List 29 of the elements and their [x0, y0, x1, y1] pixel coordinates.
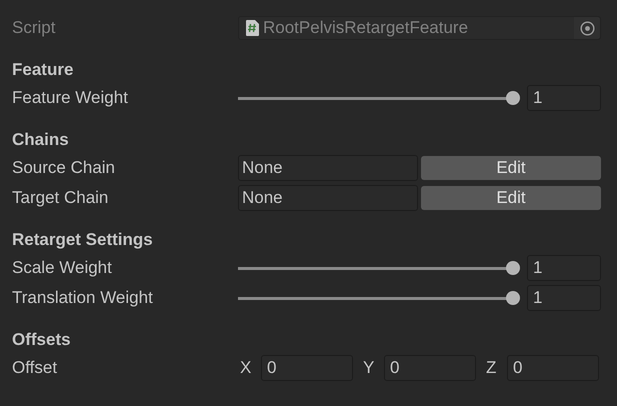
field-label: Scale Weight: [12, 258, 113, 278]
field-label: Source Chain: [12, 158, 116, 178]
section-header: Offsets: [12, 329, 72, 351]
number-field[interactable]: 1: [527, 285, 601, 311]
number-field[interactable]: 1: [527, 255, 601, 281]
axis-label: Y: [362, 358, 376, 378]
section-header: Feature: [12, 59, 74, 81]
field-label: Offset: [12, 358, 58, 378]
number-field[interactable]: 0: [507, 355, 599, 381]
script-file-icon: [246, 20, 259, 36]
slider[interactable]: [238, 290, 520, 306]
field-label: Translation Weight: [12, 288, 154, 308]
edit-button[interactable]: Edit: [421, 156, 601, 180]
field-label: Feature Weight: [12, 88, 129, 108]
axis-label: Z: [485, 358, 498, 378]
number-field[interactable]: 1: [527, 85, 601, 111]
field-label: Target Chain: [12, 188, 110, 208]
number-field[interactable]: 0: [384, 355, 476, 381]
number-field[interactable]: 0: [261, 355, 353, 381]
axis-label: X: [239, 358, 252, 378]
slider[interactable]: [238, 90, 520, 106]
object-field[interactable]: None: [238, 185, 418, 211]
target-picker-icon[interactable]: [580, 20, 594, 36]
section-header: Retarget Settings: [12, 229, 154, 251]
section-header: Chains: [12, 129, 70, 151]
edit-button[interactable]: Edit: [421, 186, 601, 210]
script-label: Script: [12, 18, 56, 38]
object-field[interactable]: None: [238, 155, 418, 181]
slider[interactable]: [238, 260, 520, 276]
